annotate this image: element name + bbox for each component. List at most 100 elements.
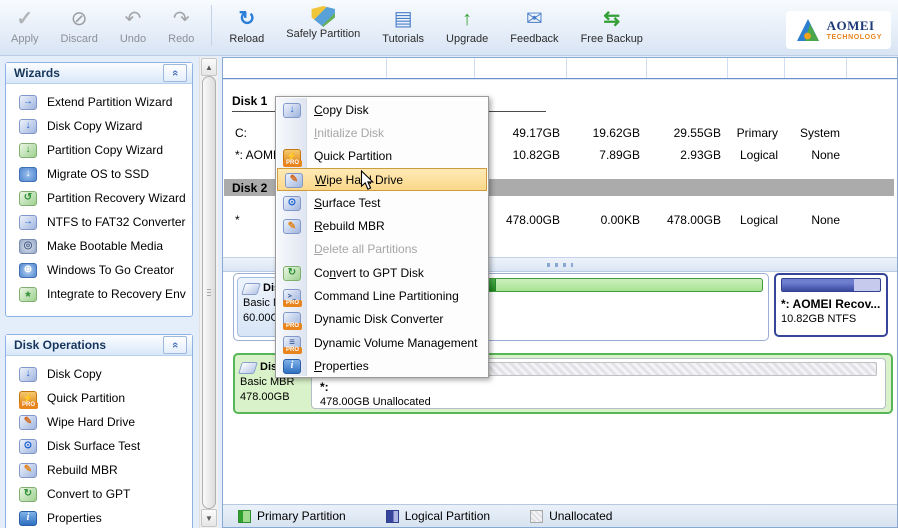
context-menu-item[interactable]: Dynamic Disk Converter bbox=[276, 308, 488, 331]
table-column-header[interactable] bbox=[567, 58, 647, 78]
toolbar-button[interactable]: Free Backup bbox=[570, 5, 654, 46]
toolbar-icon bbox=[12, 6, 38, 32]
sidebar-item[interactable]: Partition Copy Wizard bbox=[6, 138, 192, 162]
sidebar-item[interactable]: Disk Copy Wizard bbox=[6, 114, 192, 138]
cell-flag: Logical bbox=[739, 213, 778, 227]
toolbar-label: Safely Partition bbox=[286, 28, 361, 40]
disk2-size: 478.00GB bbox=[240, 391, 290, 403]
sidebar-item-icon bbox=[19, 238, 37, 254]
cell-status: System bbox=[799, 126, 840, 140]
menu-item-icon bbox=[283, 149, 302, 168]
legend-bar: Primary Partition Logical Partition Unal… bbox=[223, 504, 897, 527]
menu-item-icon bbox=[283, 265, 301, 281]
menu-item-icon bbox=[283, 195, 301, 211]
disk-operations-panel-header[interactable]: Disk Operations bbox=[6, 335, 192, 356]
toolbar-icon bbox=[120, 6, 146, 32]
sidebar-item-icon bbox=[19, 142, 37, 158]
toolbar-button[interactable]: Tutorials bbox=[371, 5, 435, 46]
table-column-header[interactable] bbox=[223, 58, 387, 78]
toolbar-label: Upgrade bbox=[446, 33, 489, 45]
sidebar-item[interactable]: Make Bootable Media bbox=[6, 234, 192, 258]
sidebar-item-label: Partition Recovery Wizard bbox=[47, 191, 186, 205]
sidebar-item[interactable]: Disk Surface Test bbox=[6, 434, 192, 458]
toolbar-icon bbox=[454, 6, 480, 32]
sidebar-item[interactable]: Migrate OS to SSD bbox=[6, 162, 192, 186]
context-menu-item[interactable]: Properties bbox=[276, 354, 488, 377]
context-menu-item[interactable]: Surface Test bbox=[276, 191, 488, 214]
sidebar-item-label: Wipe Hard Drive bbox=[47, 415, 136, 429]
table-column-header[interactable] bbox=[475, 58, 567, 78]
sidebar-item[interactable]: Windows To Go Creator bbox=[6, 258, 192, 282]
context-menu-item[interactable]: Command Line Partitioning bbox=[276, 284, 488, 308]
sidebar-item-icon bbox=[19, 462, 37, 478]
context-menu-item[interactable]: Dynamic Volume Management bbox=[276, 331, 488, 354]
table-column-header[interactable] bbox=[785, 58, 847, 78]
scrollbar-up-arrow[interactable]: ▲ bbox=[201, 58, 217, 76]
sidebar-item[interactable]: Properties bbox=[6, 506, 192, 528]
sidebar-item-label: Quick Partition bbox=[47, 391, 126, 405]
scrollbar-thumb[interactable] bbox=[202, 76, 216, 509]
table-column-header[interactable] bbox=[647, 58, 728, 78]
toolbar: Apply Discard Undo Redo Reload Safely Pa… bbox=[0, 0, 898, 56]
toolbar-button[interactable]: Feedback bbox=[499, 5, 569, 46]
sidebar-item[interactable]: Convert to GPT bbox=[6, 482, 192, 506]
menu-item-icon bbox=[283, 102, 301, 118]
sidebar-item[interactable]: Partition Recovery Wizard bbox=[6, 186, 192, 210]
collapse-chevron-icon[interactable] bbox=[163, 64, 187, 82]
context-menu-item[interactable]: Wipe Hard Drive bbox=[277, 167, 487, 192]
mouse-cursor bbox=[360, 169, 376, 195]
table-column-header[interactable] bbox=[387, 58, 475, 78]
sidebar-item-label: Partition Copy Wizard bbox=[47, 143, 164, 157]
menu-item-label: Command Line Partitioning bbox=[314, 289, 459, 304]
context-menu-item[interactable]: Rebuild MBR bbox=[276, 214, 488, 237]
context-menu-item[interactable]: Convert to GPT Disk bbox=[276, 261, 488, 284]
toolbar-button[interactable]: Safely Partition bbox=[275, 5, 371, 41]
sidebar-item[interactable]: Wipe Hard Drive bbox=[6, 410, 192, 434]
sidebar-item[interactable]: Integrate to Recovery Env bbox=[6, 282, 192, 306]
sidebar-item-label: Disk Copy bbox=[47, 367, 102, 381]
scrollbar-down-arrow[interactable]: ▼ bbox=[201, 509, 217, 527]
sidebar-item-icon bbox=[19, 286, 37, 302]
collapse-chevron-icon[interactable] bbox=[163, 336, 187, 354]
toolbar-button[interactable]: Apply bbox=[0, 5, 50, 46]
context-menu-item[interactable]: Quick Partition bbox=[276, 145, 488, 168]
partition-block-recovery[interactable]: *: AOMEI Recov... 10.82GB NTFS bbox=[774, 273, 888, 337]
sidebar-item[interactable]: Extend Partition Wizard bbox=[6, 90, 192, 114]
cell-flag: Primary bbox=[736, 126, 778, 140]
toolbar-icon bbox=[599, 6, 625, 32]
legend-item: Unallocated bbox=[530, 509, 612, 523]
table-column-header[interactable] bbox=[728, 58, 785, 78]
toolbar-button[interactable]: Reload bbox=[211, 5, 275, 46]
toolbar-button[interactable]: Upgrade bbox=[435, 5, 499, 46]
toolbar-icon bbox=[311, 6, 335, 27]
sidebar-item-label: NTFS to FAT32 Converter bbox=[47, 215, 186, 229]
toolbar-button[interactable]: Discard bbox=[50, 5, 109, 46]
sidebar-item[interactable]: Quick Partition bbox=[6, 386, 192, 410]
sidebar-item-label: Convert to GPT bbox=[47, 487, 131, 501]
sidebar-item-icon bbox=[19, 486, 37, 502]
cell-free-space: 2.93GB bbox=[680, 148, 721, 162]
toolbar-icon bbox=[521, 6, 547, 32]
disk-context-menu: Copy Disk Initialize Disk Quick Partitio… bbox=[275, 96, 489, 378]
partition-size: 10.82GB NTFS bbox=[781, 313, 857, 325]
sidebar-item-label: Make Bootable Media bbox=[47, 239, 164, 253]
sidebar-item[interactable]: Disk Copy bbox=[6, 362, 192, 386]
context-menu-item[interactable]: Initialize Disk bbox=[276, 121, 488, 144]
legend-label: Unallocated bbox=[549, 509, 613, 523]
disk-icon bbox=[238, 361, 258, 374]
wizards-panel-header[interactable]: Wizards bbox=[6, 63, 192, 84]
menu-item-label: Convert to GPT Disk bbox=[314, 265, 424, 280]
sidebar-item[interactable]: Rebuild MBR bbox=[6, 458, 192, 482]
toolbar-button[interactable]: Redo bbox=[157, 5, 205, 46]
partition-label: *: bbox=[320, 380, 329, 394]
context-menu-item[interactable]: Copy Disk bbox=[276, 98, 488, 121]
context-menu-item[interactable]: Delete all Partitions bbox=[276, 238, 488, 261]
sidebar-item[interactable]: NTFS to FAT32 Converter bbox=[6, 210, 192, 234]
toolbar-button[interactable]: Undo bbox=[109, 5, 157, 46]
sidebar-item-icon bbox=[19, 118, 37, 134]
toolbar-label: Redo bbox=[168, 33, 195, 45]
menu-item-icon bbox=[283, 289, 302, 308]
sidebar-scrollbar[interactable]: ▲ ▼ bbox=[199, 57, 218, 528]
toolbar-label: Feedback bbox=[510, 33, 559, 45]
cell-used-space: 0.00KB bbox=[600, 213, 640, 227]
